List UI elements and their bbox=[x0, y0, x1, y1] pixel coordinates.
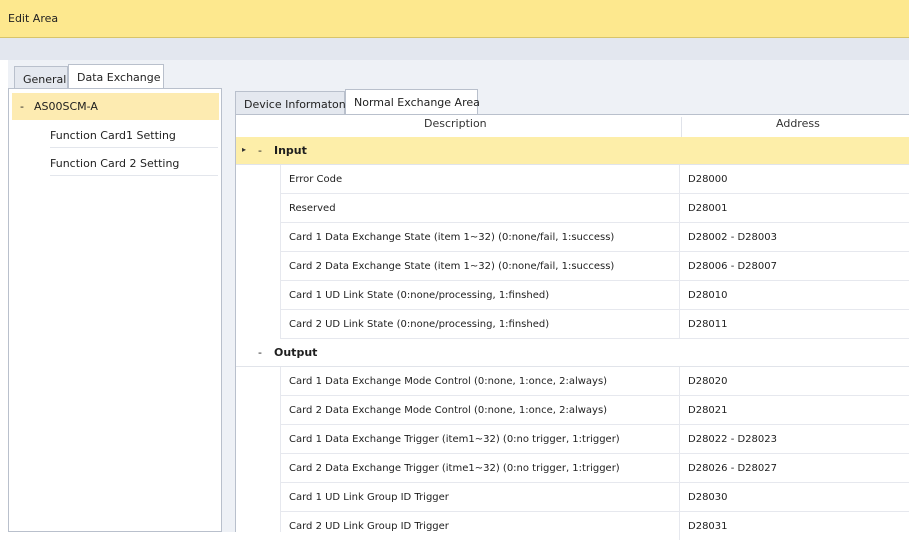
table-row[interactable]: Card 2 Data Exchange Mode Control (0:non… bbox=[280, 396, 909, 425]
row-description: Card 1 UD Link State (0:none/processing,… bbox=[289, 290, 550, 301]
row-description: Card 1 Data Exchange State (item 1~32) (… bbox=[289, 232, 615, 243]
row-address[interactable]: D28006 - D28007 bbox=[688, 261, 777, 272]
row-description: Reserved bbox=[289, 203, 336, 214]
cell-divider bbox=[679, 281, 680, 309]
cell-divider bbox=[679, 483, 680, 511]
toolbar-band bbox=[0, 38, 909, 60]
column-header-description[interactable]: Description bbox=[424, 117, 487, 137]
column-separator bbox=[681, 117, 682, 137]
row-address[interactable]: D28026 - D28027 bbox=[688, 463, 777, 474]
row-address[interactable]: D28002 - D28003 bbox=[688, 232, 777, 243]
cell-divider bbox=[679, 165, 680, 193]
cell-divider bbox=[679, 310, 680, 338]
tab-device-information[interactable]: Device Informaton bbox=[235, 91, 346, 115]
row-description: Card 2 Data Exchange Trigger (itme1~32) … bbox=[289, 463, 620, 474]
cell-divider bbox=[679, 223, 680, 251]
row-address[interactable]: D28030 bbox=[688, 492, 728, 503]
row-description: Card 2 Data Exchange State (item 1~32) (… bbox=[289, 261, 615, 272]
group-label: Input bbox=[274, 144, 307, 157]
tab-data-exchange[interactable]: Data Exchange bbox=[68, 64, 164, 90]
row-description: Card 2 UD Link Group ID Trigger bbox=[289, 521, 449, 532]
tab-device-information-label: Device Informaton bbox=[244, 98, 346, 111]
collapse-icon[interactable]: - bbox=[258, 346, 262, 359]
table-row[interactable]: Card 1 Data Exchange State (item 1~32) (… bbox=[280, 223, 909, 252]
cell-divider bbox=[679, 454, 680, 482]
tree-item-function-card2-setting[interactable]: Function Card 2 Setting bbox=[50, 149, 218, 176]
tree-item-as00scm-a[interactable]: - AS00SCM-A bbox=[12, 93, 219, 120]
window-title: Edit Area bbox=[8, 12, 59, 25]
row-address[interactable]: D28022 - D28023 bbox=[688, 434, 777, 445]
table-row[interactable]: Card 2 Data Exchange State (item 1~32) (… bbox=[280, 252, 909, 281]
tab-data-exchange-label: Data Exchange bbox=[77, 71, 161, 84]
window-title-bar: Edit Area bbox=[0, 0, 909, 38]
collapse-icon[interactable]: - bbox=[258, 144, 262, 157]
column-header-address[interactable]: Address bbox=[776, 117, 820, 137]
table-row[interactable]: Card 1 UD Link Group ID Trigger D28030 bbox=[280, 483, 909, 512]
cell-divider bbox=[679, 367, 680, 395]
group-row-input[interactable]: ▸ - Input bbox=[236, 137, 909, 165]
cell-divider bbox=[679, 396, 680, 424]
row-description: Error Code bbox=[289, 174, 343, 185]
table-row[interactable]: Card 2 UD Link State (0:none/processing,… bbox=[280, 310, 909, 339]
row-address[interactable]: D28021 bbox=[688, 405, 728, 416]
row-description: Card 2 UD Link State (0:none/processing,… bbox=[289, 319, 550, 330]
table-row[interactable]: Error Code D28000 bbox=[280, 165, 909, 194]
column-header-description-label: Description bbox=[424, 117, 487, 130]
current-row-indicator-icon: ▸ bbox=[242, 145, 247, 154]
cell-divider bbox=[679, 512, 680, 540]
row-address[interactable]: D28001 bbox=[688, 203, 728, 214]
table-row[interactable]: Card 2 UD Link Group ID Trigger D28031 bbox=[280, 512, 909, 540]
tree-item-label: Function Card1 Setting bbox=[50, 129, 176, 142]
row-address[interactable]: D28020 bbox=[688, 376, 728, 387]
row-description: Card 1 Data Exchange Trigger (item1~32) … bbox=[289, 434, 620, 445]
table-row[interactable]: Card 1 Data Exchange Trigger (item1~32) … bbox=[280, 425, 909, 454]
tab-normal-exchange-area[interactable]: Normal Exchange Area bbox=[345, 89, 480, 115]
tab-normal-exchange-area-label: Normal Exchange Area bbox=[354, 96, 480, 109]
cell-divider bbox=[679, 425, 680, 453]
tree-item-function-card1-setting[interactable]: Function Card1 Setting bbox=[50, 121, 218, 148]
tree-item-label: Function Card 2 Setting bbox=[50, 157, 180, 170]
cell-divider bbox=[679, 252, 680, 280]
tab-general[interactable]: General bbox=[14, 66, 68, 90]
column-header-address-label: Address bbox=[776, 117, 820, 130]
row-description: Card 2 Data Exchange Mode Control (0:non… bbox=[289, 405, 608, 416]
row-address[interactable]: D28010 bbox=[688, 290, 728, 301]
row-description: Card 1 Data Exchange Mode Control (0:non… bbox=[289, 376, 608, 387]
table-row[interactable]: Card 1 UD Link State (0:none/processing,… bbox=[280, 281, 909, 310]
tab-general-label: General bbox=[23, 73, 67, 86]
cell-divider bbox=[679, 194, 680, 222]
table-row[interactable]: Card 2 Data Exchange Trigger (itme1~32) … bbox=[280, 454, 909, 483]
table-row[interactable]: Card 1 Data Exchange Mode Control (0:non… bbox=[280, 367, 909, 396]
row-address[interactable]: D28000 bbox=[688, 174, 728, 185]
row-address[interactable]: D28031 bbox=[688, 521, 728, 532]
row-description: Card 1 UD Link Group ID Trigger bbox=[289, 492, 449, 503]
group-row-output[interactable]: - Output bbox=[236, 339, 909, 367]
table-row[interactable]: Reserved D28001 bbox=[280, 194, 909, 223]
tree-root-label: AS00SCM-A bbox=[34, 100, 98, 113]
group-label: Output bbox=[274, 346, 318, 359]
row-address[interactable]: D28011 bbox=[688, 319, 728, 330]
